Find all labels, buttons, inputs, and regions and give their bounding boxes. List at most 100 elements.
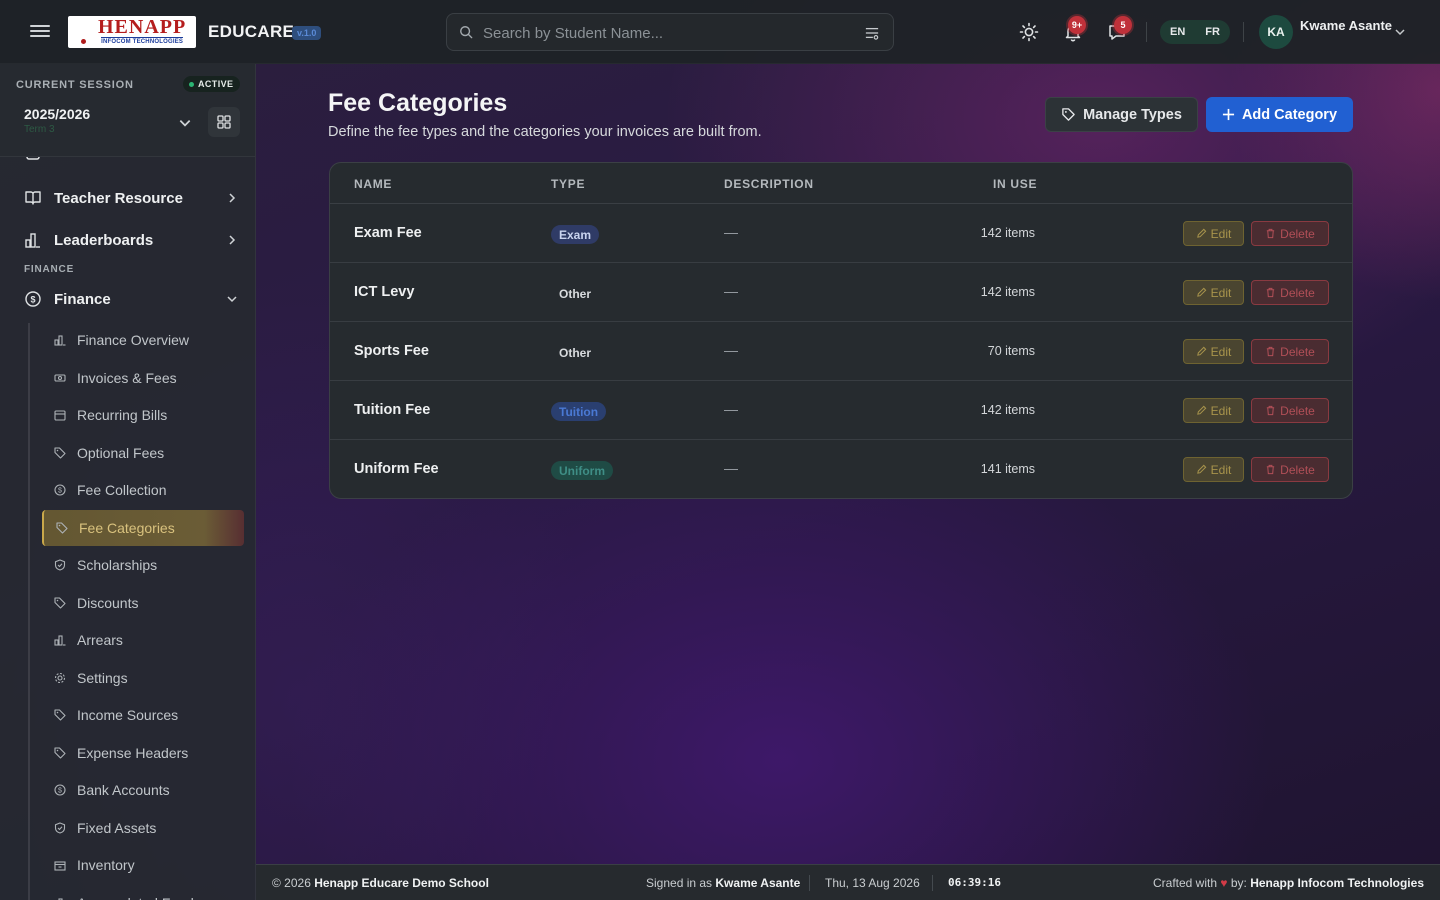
sidebar-item-finance[interactable]: $ Finance: [24, 287, 238, 311]
delete-button[interactable]: Delete: [1251, 398, 1329, 423]
messages-badge: 5: [1114, 16, 1132, 34]
footer-signed-in: Signed in as Kwame Asante: [646, 876, 800, 890]
sidebar-subitem-discounts[interactable]: Discounts: [42, 585, 244, 621]
page-title: Fee Categories: [328, 89, 508, 117]
svg-text:$: $: [58, 788, 62, 795]
sidebar-subitem-bank-accounts[interactable]: $ Bank Accounts: [42, 772, 244, 808]
sidebar-subitem-label: Settings: [77, 669, 128, 686]
trash-icon: [1266, 287, 1275, 298]
company-name: Henapp Infocom Technologies: [1250, 876, 1424, 890]
tag-icon: [54, 709, 66, 721]
edit-label: Edit: [1210, 285, 1232, 300]
user-name[interactable]: Kwame Asante: [1300, 18, 1392, 33]
sidebar-subitem-scholarships[interactable]: Scholarships: [42, 547, 244, 583]
cell-in-use: 70 items: [987, 344, 1035, 358]
sidebar-subitem-finance-overview[interactable]: Finance Overview: [42, 322, 244, 358]
signed-in-prefix: Signed in as: [646, 876, 713, 890]
divider: [1146, 22, 1147, 42]
chevron-down-icon[interactable]: [1394, 26, 1406, 38]
sidebar-item-label: Teacher Resource: [54, 189, 183, 207]
sidebar-subitem-fixed-assets[interactable]: Fixed Assets: [42, 810, 244, 846]
pencil-icon: [1196, 287, 1206, 297]
chart-icon: [54, 635, 66, 646]
sidebar-subitem-income-sources[interactable]: Income Sources: [42, 697, 244, 733]
cash-icon: [54, 373, 66, 382]
footer-copyright: © 2026 Henapp Educare Demo School: [272, 876, 489, 890]
menu-icon[interactable]: [30, 22, 50, 42]
delete-button[interactable]: Delete: [1251, 221, 1329, 246]
dollar-circle-icon: $: [25, 291, 41, 307]
sidebar-subitem-label: Arrears: [77, 632, 123, 648]
sun-icon: [1019, 22, 1039, 42]
section-label-finance: FINANCE: [24, 264, 75, 275]
delete-button[interactable]: Delete: [1251, 457, 1329, 482]
filter-icon[interactable]: [865, 26, 879, 40]
dollar-circle-icon: $: [54, 784, 66, 796]
tag-icon: [54, 596, 66, 609]
session-dropdown-chevron-icon[interactable]: [178, 116, 192, 130]
edit-button[interactable]: Edit: [1183, 457, 1244, 482]
book-icon: [25, 191, 41, 205]
edit-button[interactable]: Edit: [1183, 398, 1244, 423]
theme-toggle-button[interactable]: [1016, 19, 1042, 45]
sidebar-subitem-expense-headers[interactable]: Expense Headers: [42, 735, 244, 771]
sidebar-subitem-inventory[interactable]: Inventory: [42, 847, 244, 883]
cell-name: ICT Levy: [354, 284, 415, 300]
footer: © 2026 Henapp Educare Demo School Signed…: [256, 864, 1440, 900]
gear-icon: [54, 672, 66, 683]
sidebar-subitem-invoices-fees[interactable]: Invoices & Fees: [42, 360, 244, 396]
avatar[interactable]: KA: [1259, 15, 1293, 49]
chart-icon: [58, 897, 63, 900]
svg-text:$: $: [30, 295, 35, 305]
sidebar-subitem-arrears[interactable]: Arrears: [42, 622, 244, 658]
cell-description: —: [724, 224, 738, 240]
shield-icon: [54, 559, 66, 571]
sidebar-item-teacher-resource[interactable]: Teacher Resource: [24, 186, 238, 210]
edit-button[interactable]: Edit: [1183, 339, 1244, 364]
copyright-prefix: © 2026: [272, 876, 311, 890]
table-header: NAME TYPE DESCRIPTION IN USE: [330, 163, 1352, 204]
sidebar-subitem-label: Bank Accounts: [77, 782, 170, 798]
tag-icon: [1062, 108, 1075, 121]
cell-name: Sports Fee: [354, 343, 429, 359]
divider: [932, 875, 933, 891]
manage-types-button[interactable]: Manage Types: [1045, 97, 1198, 132]
sidebar-subitem-accumulated-fund[interactable]: Accumulated Fund: [42, 885, 244, 900]
school-name: Henapp Educare Demo School: [314, 876, 489, 890]
sidebar-subitem-label: Finance Overview: [77, 332, 190, 348]
trash-icon: [1266, 346, 1275, 357]
footer-time: 06:39:16: [948, 876, 1001, 889]
language-switcher: EN FR: [1160, 20, 1230, 44]
sidebar-subitem-label: Discounts: [77, 594, 139, 611]
sidebar-subitem-settings[interactable]: Settings: [42, 660, 244, 696]
delete-label: Delete: [1280, 285, 1315, 300]
delete-label: Delete: [1280, 344, 1315, 359]
add-category-button[interactable]: Add Category: [1206, 97, 1353, 132]
pencil-icon: [1196, 464, 1206, 474]
divider: [809, 875, 810, 891]
chart-icon: [54, 335, 66, 346]
sidebar-subitem-fee-categories[interactable]: Fee Categories: [42, 509, 244, 546]
lang-en-button[interactable]: EN: [1170, 26, 1185, 38]
dollar-circle-icon: $: [54, 484, 66, 496]
sidebar-item-leaderboards[interactable]: Leaderboards: [24, 228, 238, 252]
sidebar-subitem-label: Invoices & Fees: [77, 369, 177, 386]
sidebar-subitem-fee-collection[interactable]: $ Fee Collection: [42, 472, 244, 508]
footer-credits: Crafted with ♥ by: Henapp Infocom Techno…: [1153, 876, 1424, 890]
trash-icon: [1266, 464, 1275, 475]
edit-button[interactable]: Edit: [1183, 280, 1244, 305]
svg-text:$: $: [58, 488, 62, 495]
apps-grid-button[interactable]: [208, 107, 240, 137]
lang-fr-button[interactable]: FR: [1205, 26, 1220, 38]
sidebar-subitem-label: Fee Categories: [79, 519, 175, 536]
delete-button[interactable]: Delete: [1251, 280, 1329, 305]
sidebar-subitem-recurring-bills[interactable]: Recurring Bills: [42, 397, 244, 433]
delete-button[interactable]: Delete: [1251, 339, 1329, 364]
search-input[interactable]: [483, 22, 863, 44]
logo-mark: [68, 16, 98, 48]
edit-button[interactable]: Edit: [1183, 221, 1244, 246]
manage-types-label: Manage Types: [1083, 106, 1182, 123]
sidebar-subitem-label: Expense Headers: [77, 744, 189, 761]
edit-label: Edit: [1210, 403, 1232, 418]
sidebar-subitem-optional-fees[interactable]: Optional Fees: [42, 435, 244, 471]
